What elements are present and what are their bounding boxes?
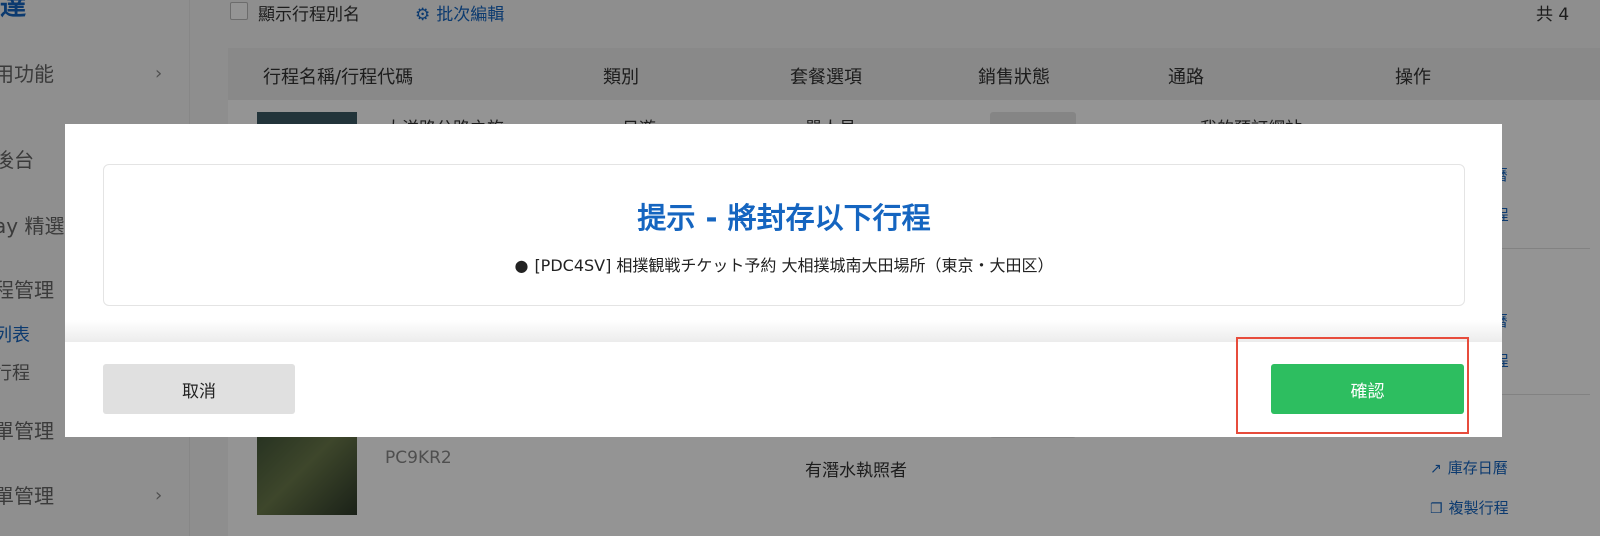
bullet-icon: ●	[514, 256, 529, 275]
archive-item-label: [PDC4SV] 相撲観戦チケット予約 大相撲城南大田場所（東京・大田区）	[534, 256, 1054, 275]
dialog-message-card: 提示 - 將封存以下行程 ● [PDC4SV] 相撲観戦チケット予約 大相撲城南大…	[103, 164, 1465, 306]
cancel-button[interactable]: 取消	[103, 364, 295, 414]
confirm-highlight-box	[1236, 337, 1469, 434]
archive-item: ● [PDC4SV] 相撲観戦チケット予約 大相撲城南大田場所（東京・大田区）	[104, 252, 1464, 276]
dialog-title: 提示 - 將封存以下行程	[637, 201, 931, 235]
